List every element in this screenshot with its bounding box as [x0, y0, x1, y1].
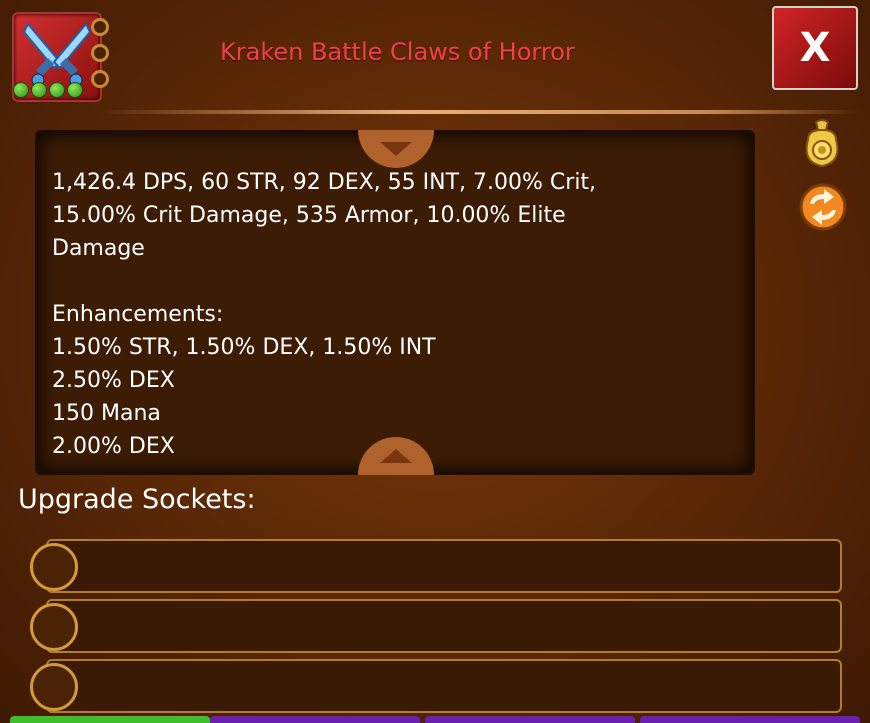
bottom-tab[interactable] [10, 716, 210, 723]
item-stats-panel[interactable]: 1,426.4 DPS, 60 STR, 92 DEX, 55 INT, 7.0… [35, 130, 755, 475]
triangle-up-icon [380, 449, 412, 463]
socket-circle-icon [30, 543, 78, 591]
sell-bag-icon[interactable] [798, 118, 846, 168]
stats-line: 1.50% STR, 1.50% DEX, 1.50% INT [52, 335, 436, 360]
bottom-tab[interactable] [425, 716, 635, 723]
stats-line: 1,426.4 DPS, 60 STR, 92 DEX, 55 INT, 7.0… [52, 170, 597, 195]
triangle-down-icon [380, 142, 412, 156]
item-side-socket [91, 18, 109, 36]
top-bar: Kraken Battle Claws of Horror X [0, 0, 870, 115]
scroll-down-button[interactable] [358, 130, 434, 168]
item-side-socket [91, 44, 109, 62]
swap-icon[interactable] [798, 182, 847, 231]
bottom-tab[interactable] [210, 716, 420, 723]
stats-line [52, 265, 742, 298]
close-button[interactable]: X [772, 6, 858, 90]
upgrade-sockets-label: Upgrade Sockets: [18, 484, 256, 515]
stats-line: 150 Mana [52, 401, 161, 426]
stats-text: 1,426.4 DPS, 60 STR, 92 DEX, 55 INT, 7.0… [52, 166, 742, 463]
stats-line: 15.00% Crit Damage, 535 Armor, 10.00% El… [52, 203, 566, 228]
item-side-socket [91, 70, 109, 88]
upgrade-socket-slot[interactable] [46, 659, 842, 713]
gem-icon [49, 82, 65, 98]
gem-icon [31, 82, 47, 98]
bottom-tab[interactable] [640, 716, 860, 723]
socket-circle-icon [30, 663, 78, 711]
socket-circle-icon [30, 603, 78, 651]
upgrade-socket-slot[interactable] [46, 539, 842, 593]
header-divider [100, 110, 860, 114]
gem-icon [67, 82, 83, 98]
stats-line: Damage [52, 236, 145, 261]
stats-line: 2.50% DEX [52, 368, 175, 393]
enhancements-heading: Enhancements: [52, 302, 224, 327]
item-title: Kraken Battle Claws of Horror [220, 38, 575, 66]
gem-icon [13, 82, 29, 98]
upgrade-socket-slot[interactable] [46, 599, 842, 653]
